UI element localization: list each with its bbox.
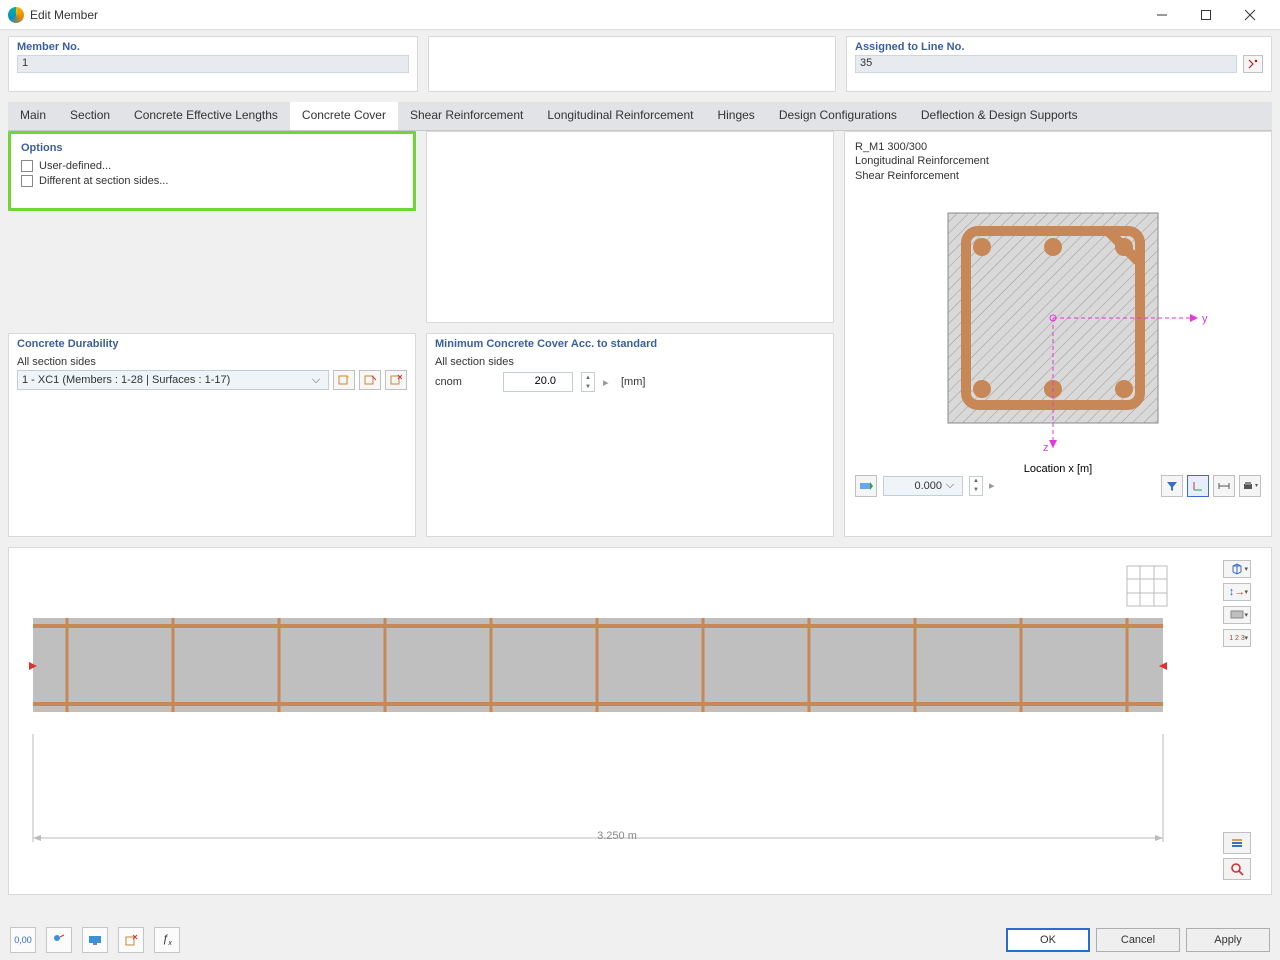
location-label: Location x [m] bbox=[855, 463, 1261, 475]
durability-delete-button[interactable] bbox=[385, 370, 407, 390]
diff-sides-label: Different at section sides... bbox=[39, 175, 168, 187]
svg-text:z: z bbox=[1043, 442, 1049, 453]
view-axis-button[interactable]: ↕→ bbox=[1223, 583, 1251, 601]
min-cover-subhead: All section sides bbox=[435, 356, 825, 368]
axes-toggle-button[interactable] bbox=[1187, 475, 1209, 497]
tab-long-reinf[interactable]: Longitudinal Reinforcement bbox=[535, 102, 705, 130]
section-drawing: y z bbox=[855, 183, 1261, 463]
location-value[interactable]: 0.000 ⌵ bbox=[883, 476, 963, 496]
member-no-panel: Member No. 1 bbox=[8, 36, 418, 92]
script-button[interactable]: ƒx bbox=[154, 927, 180, 953]
elevation-panel: 3.250 m ↕→ 1 2 3 bbox=[8, 547, 1272, 895]
chevron-down-icon: ⌵ bbox=[308, 374, 324, 387]
member-no-value: 1 bbox=[17, 55, 409, 73]
maximize-button[interactable] bbox=[1184, 1, 1228, 29]
step-right-icon[interactable]: ▸ bbox=[603, 376, 613, 389]
assigned-value: 35 bbox=[855, 55, 1237, 73]
min-cover-panel: Minimum Concrete Cover Acc. to standard … bbox=[426, 333, 834, 537]
close-button[interactable] bbox=[1228, 1, 1272, 29]
location-spinner[interactable]: ▲▼ bbox=[969, 476, 983, 496]
section-view-panel: R_M1 300/300 Longitudinal Reinforcement … bbox=[844, 131, 1272, 537]
view-iso-button[interactable] bbox=[1223, 560, 1251, 578]
cnom-unit: [mm] bbox=[621, 376, 645, 388]
user-defined-checkbox[interactable] bbox=[21, 160, 33, 172]
mid-spacer-panel bbox=[426, 131, 834, 323]
filter-button[interactable] bbox=[1161, 475, 1183, 497]
durability-new-button[interactable] bbox=[333, 370, 355, 390]
cancel-button[interactable]: Cancel bbox=[1096, 928, 1180, 952]
tab-design-config[interactable]: Design Configurations bbox=[767, 102, 909, 130]
view-display-button[interactable] bbox=[1223, 606, 1251, 624]
spacer-panel bbox=[428, 36, 836, 92]
elevation-zoom-button[interactable] bbox=[1223, 858, 1251, 880]
titlebar: Edit Member bbox=[0, 0, 1280, 30]
apply-button[interactable]: Apply bbox=[1186, 928, 1270, 952]
assigned-title: Assigned to Line No. bbox=[855, 41, 1263, 53]
tab-shear-reinf[interactable]: Shear Reinforcement bbox=[398, 102, 535, 130]
tab-deflection[interactable]: Deflection & Design Supports bbox=[909, 102, 1090, 130]
tab-concrete-cover[interactable]: Concrete Cover bbox=[290, 102, 398, 130]
options-panel: Options User-defined... Different at sec… bbox=[8, 131, 416, 211]
pick-line-button[interactable] bbox=[1243, 55, 1263, 73]
tab-hinges[interactable]: Hinges bbox=[705, 102, 766, 130]
user-defined-label: User-defined... bbox=[39, 160, 111, 172]
print-button[interactable]: ▾ bbox=[1239, 475, 1261, 497]
section-name: R_M1 300/300 bbox=[855, 140, 1261, 154]
tab-concrete-lengths[interactable]: Concrete Effective Lengths bbox=[122, 102, 290, 130]
ok-button[interactable]: OK bbox=[1006, 928, 1090, 952]
section-long-reinf: Longitudinal Reinforcement bbox=[855, 154, 1261, 168]
durability-combo[interactable]: 1 - XC1 (Members : 1-28 | Surfaces : 1-1… bbox=[17, 370, 329, 390]
tab-section[interactable]: Section bbox=[58, 102, 122, 130]
durability-subhead: All section sides bbox=[17, 356, 407, 368]
units-button[interactable]: 0,00 bbox=[10, 927, 36, 953]
section-goto-start-button[interactable] bbox=[855, 475, 877, 497]
member-no-title: Member No. bbox=[17, 41, 409, 53]
app-icon bbox=[8, 7, 24, 23]
cnom-spinner[interactable]: ▲▼ bbox=[581, 372, 595, 392]
dimensions-toggle-button[interactable] bbox=[1213, 475, 1235, 497]
durability-combo-value: 1 - XC1 (Members : 1-28 | Surfaces : 1-1… bbox=[22, 374, 230, 386]
svg-text:y: y bbox=[1202, 313, 1208, 325]
elevation-list-button[interactable] bbox=[1223, 832, 1251, 854]
location-step-right[interactable]: ▸ bbox=[989, 479, 999, 492]
tabbar: Main Section Concrete Effective Lengths … bbox=[8, 102, 1272, 131]
feature-button[interactable] bbox=[118, 927, 144, 953]
section-shear-reinf: Shear Reinforcement bbox=[855, 169, 1261, 183]
help-button[interactable] bbox=[46, 927, 72, 953]
chevron-down-icon: ⌵ bbox=[942, 479, 958, 492]
options-title: Options bbox=[21, 142, 403, 154]
assigned-panel: Assigned to Line No. 35 bbox=[846, 36, 1272, 92]
cnom-label: cnom bbox=[435, 376, 495, 388]
tab-main[interactable]: Main bbox=[8, 102, 58, 130]
screen-button[interactable] bbox=[82, 927, 108, 953]
elevation-length: 3.250 m bbox=[43, 830, 1191, 842]
diff-sides-checkbox[interactable] bbox=[21, 175, 33, 187]
footer: 0,00 ƒx OK Cancel Apply bbox=[0, 920, 1280, 960]
minimize-button[interactable] bbox=[1140, 1, 1184, 29]
cnom-value[interactable]: 20.0 bbox=[503, 372, 573, 392]
options-fill-panel bbox=[8, 221, 416, 323]
durability-title: Concrete Durability bbox=[17, 338, 407, 350]
durability-edit-button[interactable] bbox=[359, 370, 381, 390]
durability-panel: Concrete Durability All section sides 1 … bbox=[8, 333, 416, 537]
min-cover-title: Minimum Concrete Cover Acc. to standard bbox=[435, 338, 825, 350]
window-title: Edit Member bbox=[30, 8, 98, 22]
view-numbers-button[interactable]: 1 2 3 bbox=[1223, 629, 1251, 647]
